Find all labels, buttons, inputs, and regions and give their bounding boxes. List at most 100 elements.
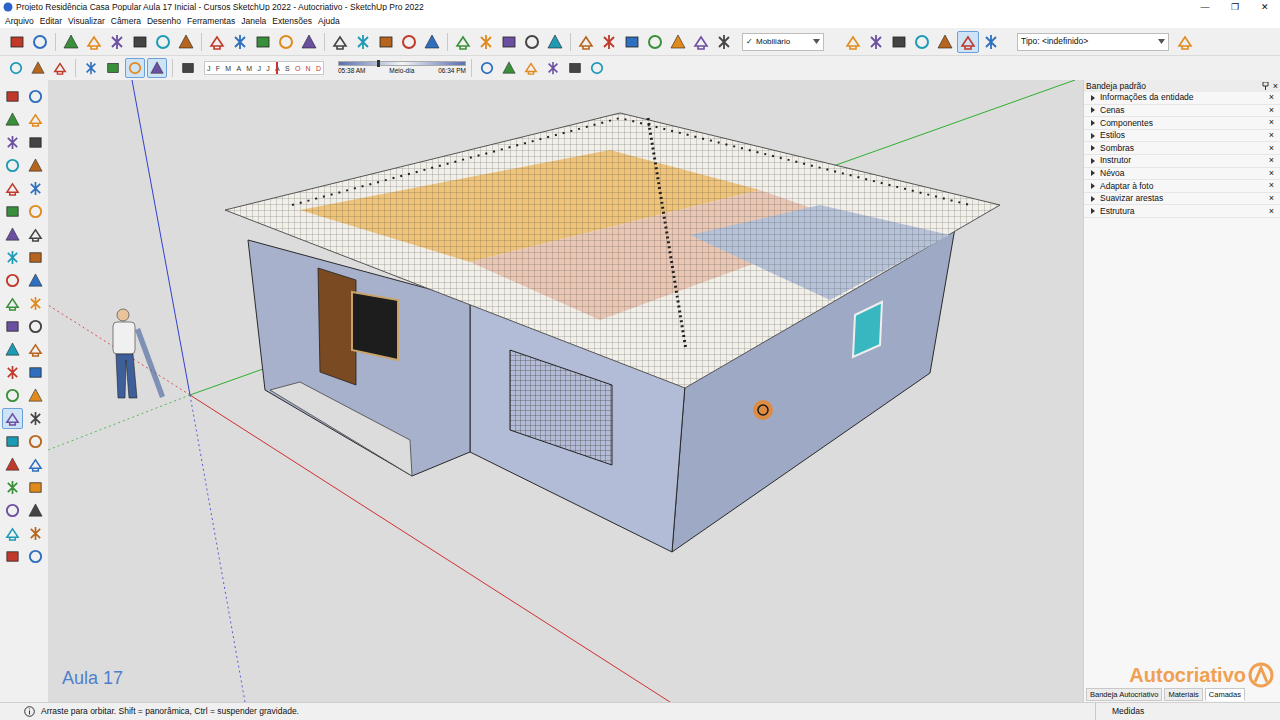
tray-panel[interactable]: Informações da entidade× xyxy=(1084,92,1280,105)
tool-button[interactable] xyxy=(2,408,23,429)
tool-button[interactable] xyxy=(452,31,474,53)
tool-button[interactable] xyxy=(2,362,23,383)
tool-button[interactable] xyxy=(229,31,251,53)
tray-panel-close[interactable]: × xyxy=(1269,106,1274,115)
tray-panel-close[interactable]: × xyxy=(1269,144,1274,153)
tool-button[interactable] xyxy=(275,31,297,53)
tool-button[interactable] xyxy=(2,178,23,199)
tray-tab[interactable]: Bandeja Autocriativo xyxy=(1086,688,1162,702)
tray-panel-close[interactable]: × xyxy=(1269,156,1274,165)
tool-button[interactable] xyxy=(178,58,198,78)
tool-button[interactable] xyxy=(2,132,23,153)
menu-item[interactable]: Arquivo xyxy=(2,17,37,26)
tool-button[interactable] xyxy=(2,293,23,314)
tool-button[interactable] xyxy=(713,31,735,53)
tool-button[interactable] xyxy=(2,109,23,130)
menu-item[interactable]: Ajuda xyxy=(315,17,343,26)
tool-button[interactable] xyxy=(375,31,397,53)
tray-panel[interactable]: Componentes× xyxy=(1084,117,1280,130)
tool-button[interactable] xyxy=(25,385,46,406)
tray-tab[interactable]: Camadas xyxy=(1205,688,1245,702)
tool-button[interactable] xyxy=(575,31,597,53)
tray-panel-close[interactable]: × xyxy=(1269,207,1274,216)
tool-button[interactable] xyxy=(842,31,864,53)
viewport[interactable]: Aula 17 xyxy=(48,80,1083,702)
tool-button[interactable] xyxy=(621,31,643,53)
tool-button[interactable] xyxy=(598,31,620,53)
tool-button[interactable] xyxy=(2,523,23,544)
tray-panel[interactable]: Estilos× xyxy=(1084,130,1280,143)
tray-panel[interactable]: Névoa× xyxy=(1084,168,1280,181)
month-thumb[interactable] xyxy=(276,62,278,74)
tool-button[interactable] xyxy=(2,247,23,268)
tool-button[interactable] xyxy=(28,58,48,78)
window-control[interactable]: ❐ xyxy=(1220,3,1250,12)
tool-button[interactable] xyxy=(50,58,70,78)
tool-button[interactable] xyxy=(421,31,443,53)
tray-tab[interactable]: Materiais xyxy=(1164,688,1202,702)
tool-button[interactable] xyxy=(2,546,23,567)
menu-item[interactable]: Extensões xyxy=(269,17,315,26)
tool-button[interactable] xyxy=(25,316,46,337)
tray-panel[interactable]: Cenas× xyxy=(1084,105,1280,118)
tool-button[interactable] xyxy=(298,31,320,53)
tool-button[interactable] xyxy=(25,178,46,199)
tool-button[interactable] xyxy=(60,31,82,53)
tool-button[interactable] xyxy=(911,31,933,53)
tool-button[interactable] xyxy=(152,31,174,53)
tool-button[interactable] xyxy=(25,523,46,544)
tool-button[interactable] xyxy=(252,31,274,53)
menu-item[interactable]: Desenho xyxy=(144,17,184,26)
tool-button[interactable] xyxy=(25,109,46,130)
tool-button[interactable] xyxy=(544,31,566,53)
menu-item[interactable]: Editar xyxy=(37,17,65,26)
type-dropdown[interactable]: Tipo: <indefinido> xyxy=(1017,33,1169,51)
tool-button[interactable] xyxy=(25,86,46,107)
tool-button[interactable] xyxy=(352,31,374,53)
month-slider[interactable]: JFMAMJJASOND xyxy=(204,61,324,75)
tool-button[interactable] xyxy=(147,58,167,78)
tray-panel[interactable]: Adaptar à foto× xyxy=(1084,180,1280,193)
pin-icon[interactable] xyxy=(1262,82,1269,90)
menu-item[interactable]: Visualizar xyxy=(65,17,108,26)
tool-button[interactable] xyxy=(1174,31,1196,53)
tool-button[interactable] xyxy=(83,31,105,53)
tray-panel-close[interactable]: × xyxy=(1269,118,1274,127)
tool-button[interactable] xyxy=(206,31,228,53)
tool-button[interactable] xyxy=(2,86,23,107)
window-control[interactable]: ✕ xyxy=(1250,3,1280,12)
tray-panel[interactable]: Estrutura× xyxy=(1084,205,1280,218)
tool-button[interactable] xyxy=(25,247,46,268)
tray-panel-close[interactable]: × xyxy=(1269,93,1274,102)
tool-button[interactable] xyxy=(2,454,23,475)
tool-button[interactable] xyxy=(125,58,145,78)
tray-panel[interactable]: Sombras× xyxy=(1084,142,1280,155)
tool-button[interactable] xyxy=(25,155,46,176)
tool-button[interactable] xyxy=(25,477,46,498)
tool-button[interactable] xyxy=(103,58,123,78)
house[interactable] xyxy=(225,113,1000,552)
tool-button[interactable] xyxy=(25,201,46,222)
tool-button[interactable] xyxy=(475,31,497,53)
tool-button[interactable] xyxy=(2,270,23,291)
tool-button[interactable] xyxy=(498,31,520,53)
tool-button[interactable] xyxy=(25,431,46,452)
model-canvas[interactable] xyxy=(48,80,1083,702)
tool-button[interactable] xyxy=(175,31,197,53)
tool-button[interactable] xyxy=(2,339,23,360)
tool-button[interactable] xyxy=(477,58,497,78)
tool-button[interactable] xyxy=(499,58,519,78)
tool-button[interactable] xyxy=(329,31,351,53)
tool-button[interactable] xyxy=(25,270,46,291)
tool-button[interactable] xyxy=(2,477,23,498)
tool-button[interactable] xyxy=(25,339,46,360)
measurements-box[interactable]: Medidas xyxy=(1095,703,1280,720)
tool-button[interactable] xyxy=(398,31,420,53)
tool-button[interactable] xyxy=(667,31,689,53)
tool-button[interactable] xyxy=(957,31,979,53)
menu-item[interactable]: Janela xyxy=(238,17,269,26)
tool-button[interactable] xyxy=(29,31,51,53)
tool-button[interactable] xyxy=(25,224,46,245)
tool-button[interactable] xyxy=(6,58,26,78)
tool-button[interactable] xyxy=(81,58,101,78)
